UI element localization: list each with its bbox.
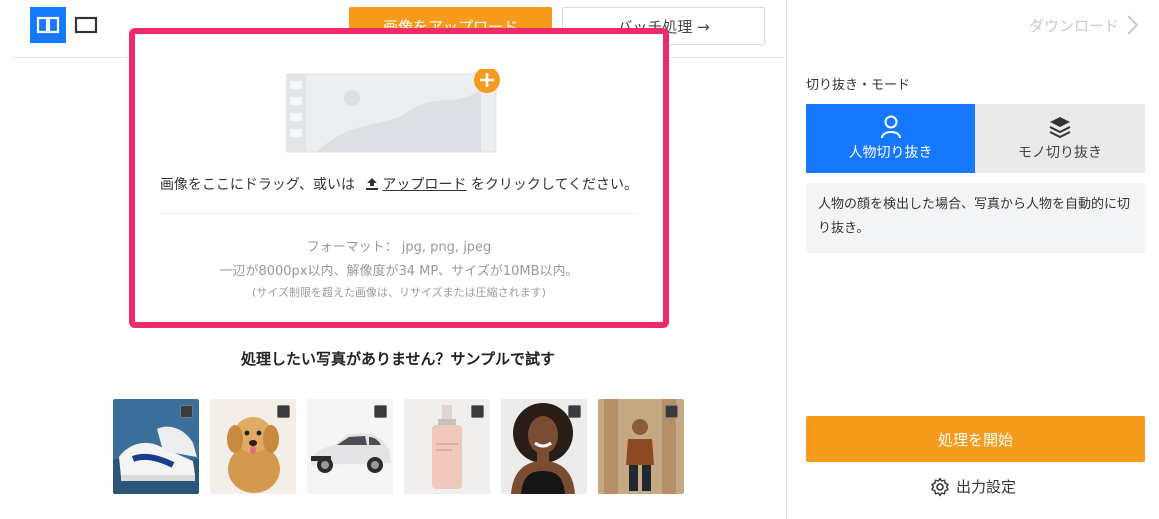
single-view-button[interactable] [68,7,104,43]
drop-zone-divider [159,213,639,214]
download-label: ダウンロード [1028,16,1119,35]
sample-thumb-car[interactable] [307,399,393,494]
compare-view-button[interactable] [30,7,66,43]
mode-object-label: モノ切り抜き [1018,145,1102,161]
sample-images [113,399,684,494]
crop-mode-selector: 人物切り抜き モノ切り抜き [806,104,1145,173]
output-settings-button[interactable]: 出力設定 [930,476,1016,497]
sample-thumb-sneakers[interactable] [113,399,199,494]
image-placeholder-icon [286,69,500,153]
drop-hint-prefix: 画像をここにドラッグ、或いは [159,177,355,193]
split-view-icon [36,16,60,34]
single-view-icon [74,16,98,34]
sample-checkbox[interactable] [665,405,678,418]
output-settings-label: 出力設定 [956,478,1017,496]
mode-description: 人物の顔を検出した場合、写真から人物を自動的に切り抜き。 [806,183,1145,253]
upload-icon[interactable] [365,177,379,195]
upload-link[interactable]: アップロード [382,177,466,193]
mode-object-button[interactable]: モノ切り抜き [975,104,1145,173]
download-button[interactable]: ダウンロード [1029,14,1139,36]
format-info: フォーマット： jpg, png, jpeg [306,240,492,255]
view-mode-toggle [30,7,104,43]
sample-checkbox[interactable] [471,405,484,418]
drop-hint: 画像をここにドラッグ、或いは アップロード をクリックしてください。 [135,174,663,195]
main-area: 画像をアップロード バッチ処理 → 画像をここにドラッグ、或いは アップロード … [0,0,786,519]
image-drop-zone[interactable]: 画像をここにドラッグ、或いは アップロード をクリックしてください。 フォーマッ… [129,28,669,328]
drop-hint-suffix: をクリックしてください。 [470,177,639,193]
crop-mode-label: 切り抜き・モード [806,78,911,93]
sample-checkbox[interactable] [277,405,290,418]
sample-checkbox[interactable] [180,405,193,418]
sample-checkbox[interactable] [374,405,387,418]
size-limit-info: 一辺が8000px以内、解像度が34 MP、サイズが10MB以内。 [219,264,579,279]
mode-person-label: 人物切り抜き [848,145,933,161]
chevron-right-icon [1127,15,1139,35]
sample-title: 処理したい写真がありません？サンプルで試す [240,350,556,368]
layers-icon [1049,117,1071,139]
sample-thumb-man[interactable] [598,399,684,494]
start-processing-button[interactable]: 処理を開始 [806,416,1145,462]
person-icon [880,115,901,139]
sample-thumb-woman[interactable] [501,399,587,494]
mode-person-button[interactable]: 人物切り抜き [806,104,975,173]
sample-checkbox[interactable] [568,405,581,418]
sample-thumb-cosmetic-bottle[interactable] [404,399,490,494]
gear-icon [931,477,949,496]
sample-thumb-puppy[interactable] [210,399,296,494]
settings-panel: ダウンロード 切り抜き・モード 人物切り抜き モノ切り抜き 人物の顔を検出した場… [786,0,1159,519]
resize-note: (サイズ制限を超えた画像は、リサイズまたは圧縮されます) [252,286,546,299]
